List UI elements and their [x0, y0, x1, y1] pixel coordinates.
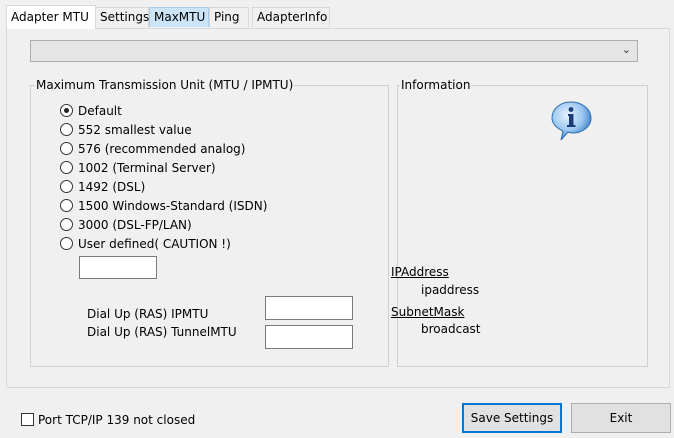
radio-label: 1500 Windows-Standard (ISDN) — [78, 198, 268, 213]
save-settings-button[interactable]: Save Settings — [462, 403, 562, 433]
radio-3000[interactable]: 3000 (DSL-FP/LAN) — [60, 215, 192, 234]
tab-adapterinfo[interactable]: AdapterInfo — [252, 7, 330, 27]
tab-settings[interactable]: Settings — [95, 7, 149, 27]
chevron-down-icon: ⌄ — [621, 43, 631, 56]
radio-user-defined[interactable]: User defined( CAUTION !) — [60, 234, 231, 253]
radio-button[interactable] — [60, 180, 73, 193]
tab-adapter-mtu[interactable]: Adapter MTU — [6, 5, 96, 29]
radio-576[interactable]: 576 (recommended analog) — [60, 139, 245, 158]
radio-button[interactable] — [60, 142, 73, 155]
radio-button[interactable] — [60, 161, 73, 174]
radio-1500[interactable]: 1500 Windows-Standard (ISDN) — [60, 196, 267, 215]
radio-label: 1002 (Terminal Server) — [78, 160, 216, 175]
adapter-select[interactable]: ⌄ — [30, 40, 638, 62]
radio-1002[interactable]: 1002 (Terminal Server) — [60, 158, 216, 177]
radio-label: 576 (recommended analog) — [78, 141, 246, 156]
radio-button[interactable] — [60, 104, 73, 117]
tab-maxmtu[interactable]: MaxMTU — [149, 7, 209, 27]
subnetmask-label: SubnetMask — [391, 305, 465, 319]
radio-default[interactable]: Default — [60, 101, 122, 120]
ras-tunnelmtu-label: Dial Up (RAS) TunnelMTU — [87, 325, 237, 339]
radio-label: Default — [78, 103, 122, 118]
radio-552[interactable]: 552 smallest value — [60, 120, 192, 139]
port-139-checkbox[interactable] — [21, 413, 34, 426]
user-defined-mtu-input[interactable] — [79, 256, 157, 279]
ras-ipmtu-input[interactable] — [265, 296, 353, 320]
radio-1492[interactable]: 1492 (DSL) — [60, 177, 145, 196]
ras-ipmtu-label: Dial Up (RAS) IPMTU — [87, 307, 209, 321]
radio-label: User defined( CAUTION !) — [78, 236, 231, 251]
radio-button[interactable] — [60, 218, 73, 231]
radio-button[interactable] — [60, 237, 73, 250]
mtu-group-title: Maximum Transmission Unit (MTU / IPMTU) — [36, 78, 294, 92]
ras-tunnelmtu-input[interactable] — [265, 325, 353, 349]
radio-label: 1492 (DSL) — [78, 179, 146, 194]
info-icon — [551, 101, 592, 141]
info-group-title: Information — [401, 78, 471, 92]
exit-button[interactable]: Exit — [571, 403, 671, 433]
radio-button[interactable] — [60, 123, 73, 136]
radio-button[interactable] — [60, 199, 73, 212]
subnetmask-value: broadcast — [421, 322, 481, 336]
radio-label: 3000 (DSL-FP/LAN) — [78, 217, 192, 232]
ipaddress-value: ipaddress — [421, 283, 480, 297]
port-139-label: Port TCP/IP 139 not closed — [38, 413, 196, 427]
tab-ping[interactable]: Ping — [209, 7, 249, 27]
radio-label: 552 smallest value — [78, 122, 192, 137]
ipaddress-label: IPAddress — [391, 265, 449, 279]
